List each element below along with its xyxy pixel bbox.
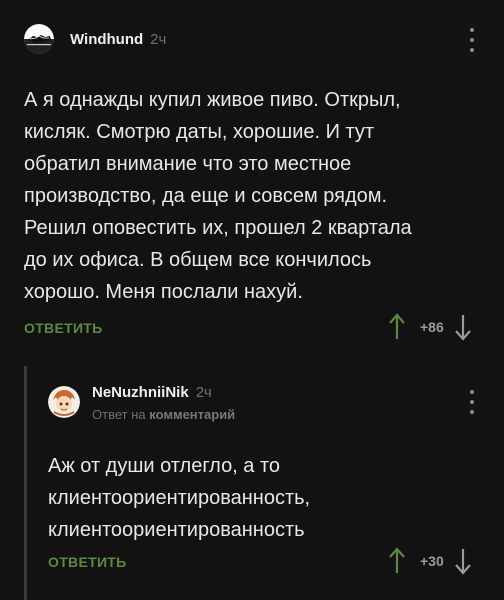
comment-score: +30 — [420, 553, 444, 569]
reply-button[interactable]: ОТВЕТИТЬ — [24, 320, 103, 336]
upvote-arrow-icon[interactable] — [388, 312, 406, 342]
reply-to-line: Ответ на комментарий — [92, 407, 235, 422]
vote-controls: +30 — [388, 546, 472, 576]
more-options-icon[interactable] — [466, 28, 478, 52]
timestamp: 2ч — [195, 384, 212, 401]
reply-to-link[interactable]: комментарий — [149, 407, 235, 422]
anime-avatar-icon — [48, 386, 80, 418]
comment-text: А я однажды купил живое пиво. Открыл, ки… — [24, 89, 412, 303]
username[interactable]: NeNuzhniiNik — [92, 384, 189, 401]
downvote-arrow-icon[interactable] — [454, 546, 472, 576]
avatar[interactable] — [48, 386, 80, 418]
more-options-icon[interactable] — [466, 390, 478, 414]
username[interactable]: Windhund — [70, 31, 143, 48]
comment: Windhund 2ч А я однажды купил живое пиво… — [0, 0, 504, 360]
downvote-arrow-icon[interactable] — [454, 312, 472, 342]
upvote-arrow-icon[interactable] — [388, 546, 406, 576]
comment-header: NeNuzhniiNik 2ч Ответ на комментарий — [48, 384, 235, 422]
comment-score: +86 — [420, 319, 444, 335]
reply-to-prefix: Ответ на — [92, 407, 146, 422]
timestamp: 2ч — [150, 30, 167, 48]
reply-button[interactable]: ОТВЕТИТЬ — [48, 554, 127, 570]
comment-header: Windhund 2ч — [24, 24, 166, 54]
wolf-logo-icon — [24, 24, 54, 54]
avatar[interactable] — [24, 24, 54, 54]
vote-controls: +86 — [388, 312, 472, 342]
reply-comment: NeNuzhniiNik 2ч Ответ на комментарий Аж … — [0, 366, 504, 600]
comment-text: Аж от души отлегло, а то клиентоориентир… — [48, 455, 311, 541]
